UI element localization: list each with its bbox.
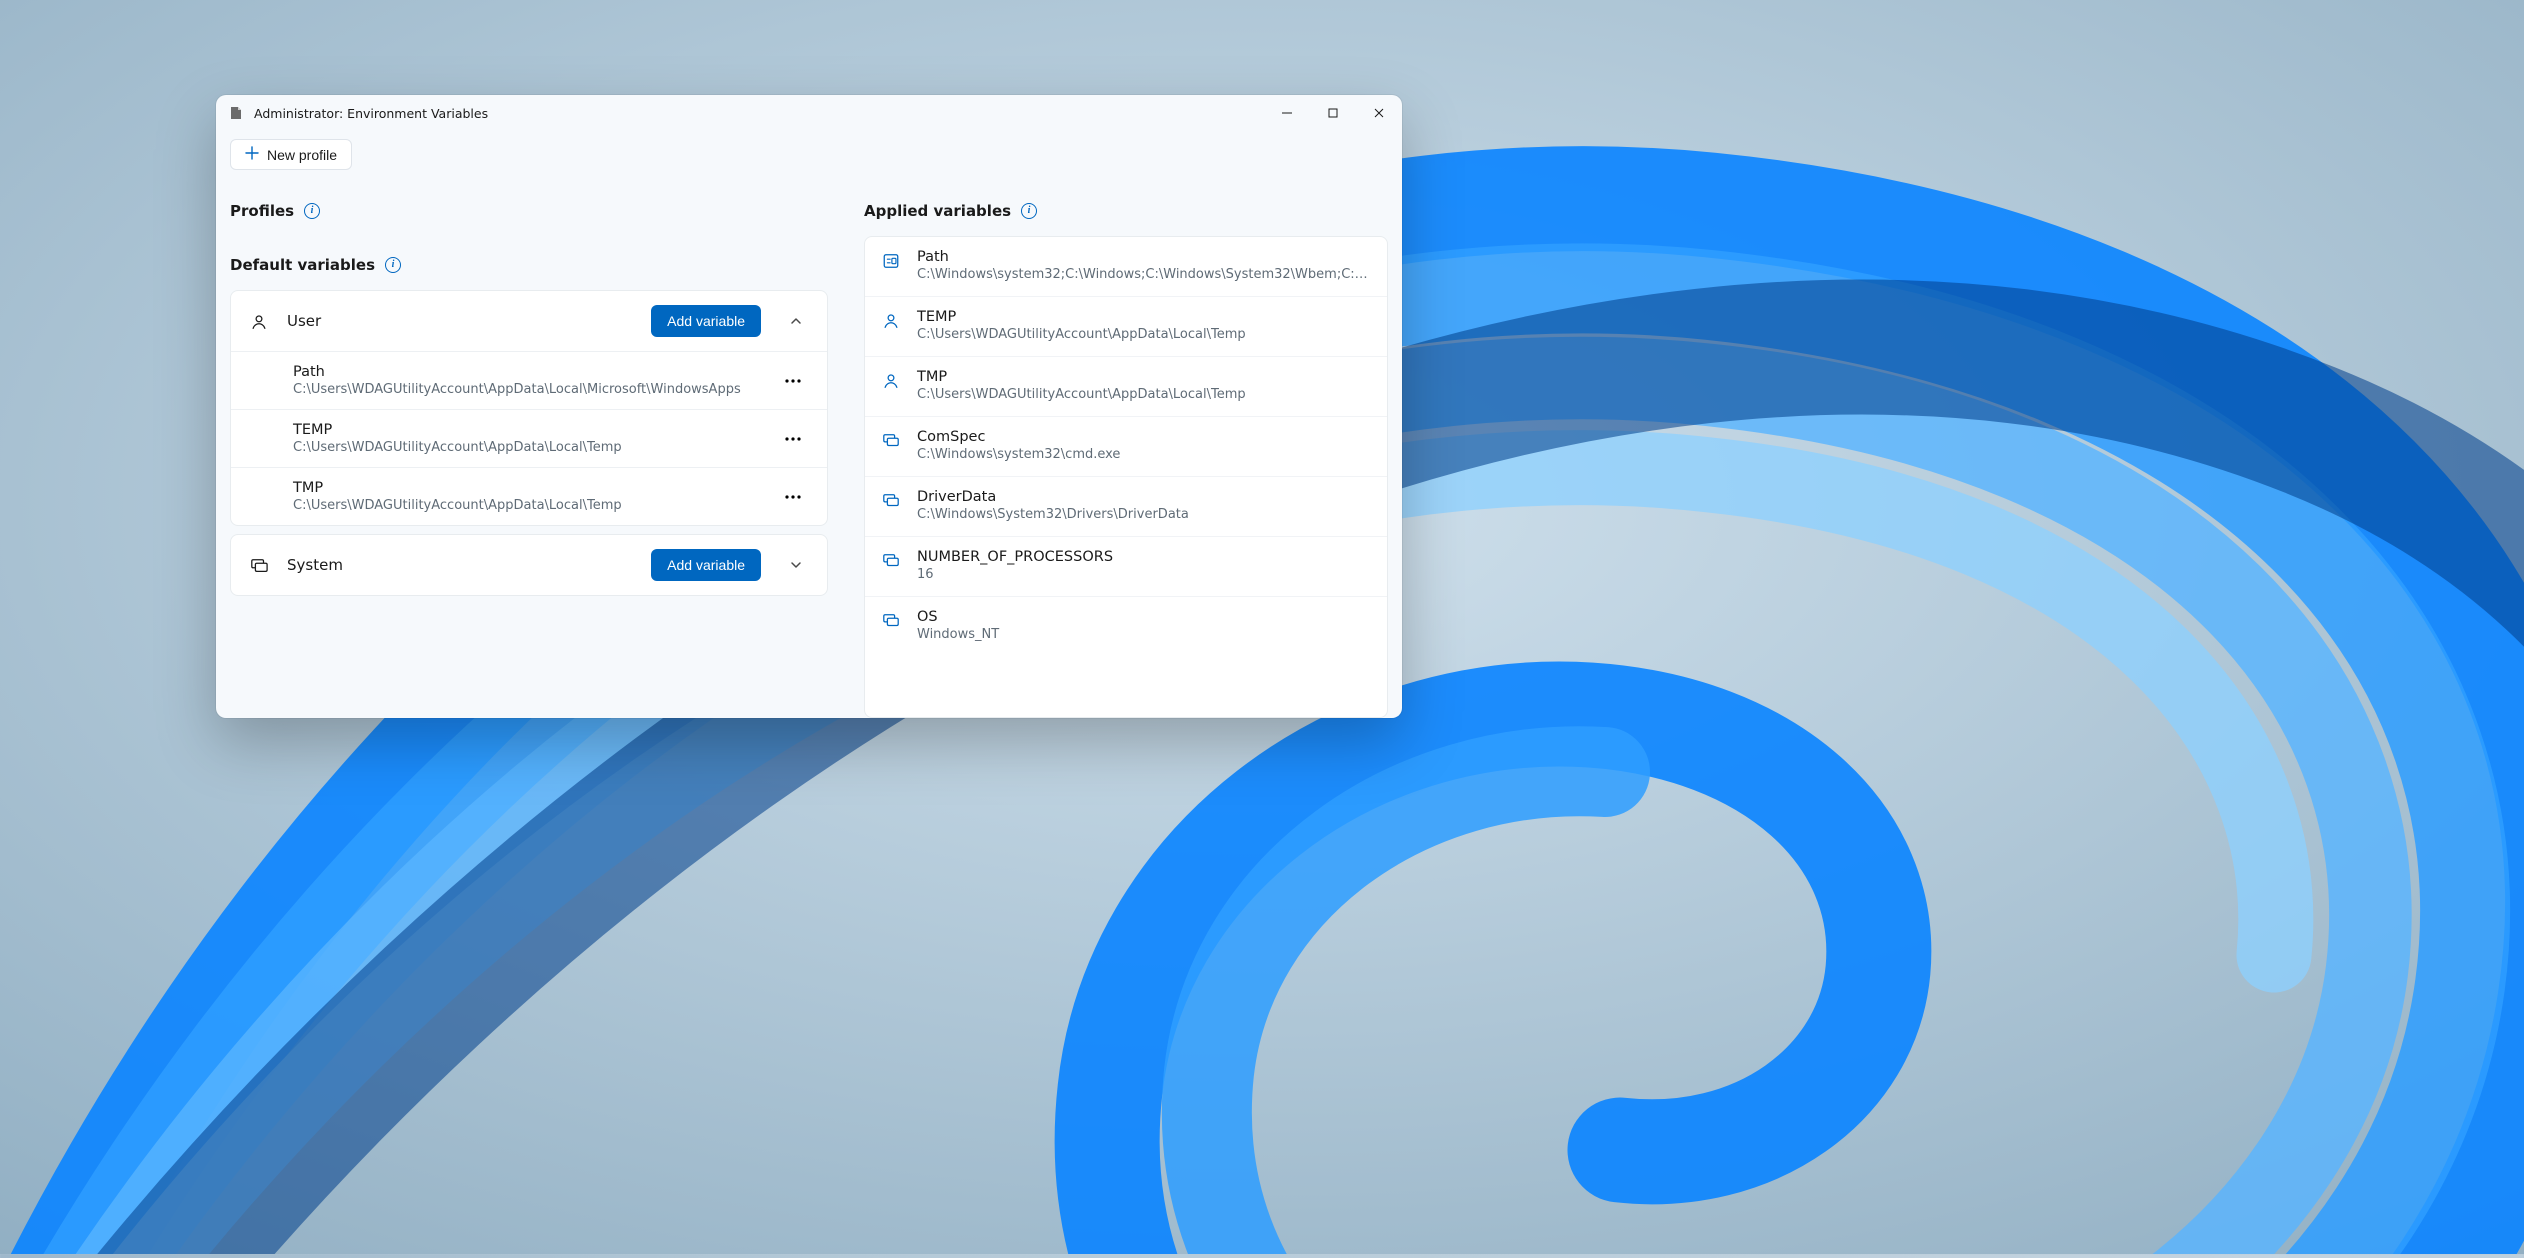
system-icon — [881, 611, 901, 631]
variable-name: Path — [917, 249, 1371, 265]
variable-name: TEMP — [293, 422, 761, 438]
profiles-heading: Profiles i — [230, 202, 828, 220]
info-icon[interactable]: i — [1021, 203, 1037, 219]
profiles-label: Profiles — [230, 202, 294, 220]
variable-value: C:\Users\WDAGUtilityAccount\AppData\Loca… — [917, 387, 1371, 402]
variable-name: NUMBER_OF_PROCESSORS — [917, 549, 1371, 565]
default-variables-heading: Default variables i — [230, 256, 828, 274]
variable-value: C:\Users\WDAGUtilityAccount\AppData\Loca… — [917, 327, 1371, 342]
applied-variable-row[interactable]: TMP C:\Users\WDAGUtilityAccount\AppData\… — [865, 356, 1387, 416]
variable-name: ComSpec — [917, 429, 1371, 445]
add-variable-user-button[interactable]: Add variable — [651, 305, 761, 337]
window-title: Administrator: Environment Variables — [254, 106, 488, 121]
user-scope-label: User — [287, 312, 633, 330]
chevron-down-icon[interactable] — [779, 558, 813, 572]
variable-name: DriverData — [917, 489, 1371, 505]
app-window: Administrator: Environment Variables New… — [216, 95, 1402, 718]
default-variables-label: Default variables — [230, 256, 375, 274]
applied-variable-row[interactable]: DriverData C:\Windows\System32\Drivers\D… — [865, 476, 1387, 536]
variable-name: TMP — [293, 480, 761, 496]
variable-value: C:\Windows\system32;C:\Windows;C:\Window… — [917, 267, 1371, 282]
applied-variables-list: Path C:\Windows\system32;C:\Windows;C:\W… — [864, 236, 1388, 718]
user-icon — [881, 311, 901, 331]
variable-row[interactable]: TMP C:\Users\WDAGUtilityAccount\AppData\… — [231, 467, 827, 525]
variable-row[interactable]: TEMP C:\Users\WDAGUtilityAccount\AppData… — [231, 409, 827, 467]
add-variable-system-button[interactable]: Add variable — [651, 549, 761, 581]
more-button[interactable] — [773, 366, 813, 396]
user-expander: User Add variable Path C:\Users\WDAGUtil… — [230, 290, 828, 526]
variable-value: C:\Windows\system32\cmd.exe — [917, 447, 1371, 462]
variable-name: OS — [917, 609, 1371, 625]
applied-variable-row[interactable]: Path C:\Windows\system32;C:\Windows;C:\W… — [865, 237, 1387, 296]
merged-icon — [881, 251, 901, 271]
plus-icon — [245, 146, 259, 163]
variable-value: C:\Users\WDAGUtilityAccount\AppData\Loca… — [293, 382, 761, 397]
user-icon — [881, 371, 901, 391]
applied-variable-row[interactable]: TEMP C:\Users\WDAGUtilityAccount\AppData… — [865, 296, 1387, 356]
command-bar: New profile — [216, 131, 1402, 174]
system-icon — [249, 556, 269, 576]
info-icon[interactable]: i — [304, 203, 320, 219]
variable-name: TMP — [917, 369, 1371, 385]
new-profile-button[interactable]: New profile — [230, 139, 352, 170]
user-icon — [249, 312, 269, 332]
system-icon — [881, 491, 901, 511]
minimize-button[interactable] — [1264, 95, 1310, 131]
variable-value: 16 — [917, 567, 1371, 582]
applied-variables-heading: Applied variables i — [864, 202, 1388, 220]
new-profile-label: New profile — [267, 147, 337, 163]
system-scope-label: System — [287, 556, 633, 574]
variable-value: Windows_NT — [917, 627, 1371, 642]
applied-variable-row[interactable]: ComSpec C:\Windows\system32\cmd.exe — [865, 416, 1387, 476]
variable-row[interactable]: Path C:\Users\WDAGUtilityAccount\AppData… — [231, 351, 827, 409]
close-button[interactable] — [1356, 95, 1402, 131]
variable-value: C:\Users\WDAGUtilityAccount\AppData\Loca… — [293, 440, 761, 455]
system-icon — [881, 431, 901, 451]
maximize-button[interactable] — [1310, 95, 1356, 131]
titlebar[interactable]: Administrator: Environment Variables — [216, 95, 1402, 131]
more-button[interactable] — [773, 482, 813, 512]
variable-value: C:\Users\WDAGUtilityAccount\AppData\Loca… — [293, 498, 761, 513]
info-icon[interactable]: i — [385, 257, 401, 273]
system-expander: System Add variable — [230, 534, 828, 596]
variable-name: TEMP — [917, 309, 1371, 325]
variable-value: C:\Windows\System32\Drivers\DriverData — [917, 507, 1371, 522]
variable-name: Path — [293, 364, 761, 380]
system-icon — [881, 551, 901, 571]
user-expander-header[interactable]: User Add variable — [231, 291, 827, 351]
more-button[interactable] — [773, 424, 813, 454]
system-expander-header[interactable]: System Add variable — [231, 535, 827, 595]
chevron-up-icon[interactable] — [779, 314, 813, 328]
applied-variable-row[interactable]: NUMBER_OF_PROCESSORS 16 — [865, 536, 1387, 596]
app-icon — [228, 105, 244, 121]
applied-variables-label: Applied variables — [864, 202, 1011, 220]
applied-variable-row[interactable]: OS Windows_NT — [865, 596, 1387, 656]
